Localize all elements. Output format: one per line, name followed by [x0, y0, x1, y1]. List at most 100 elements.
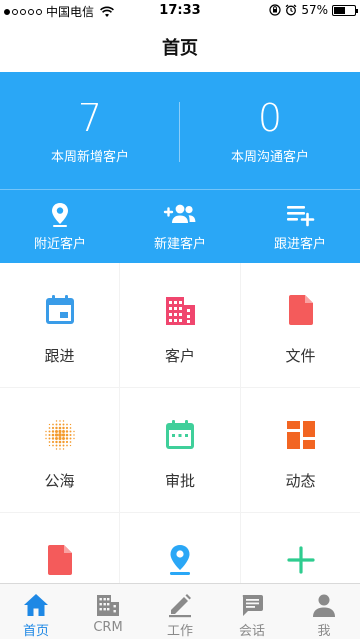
sphere-dot [69, 427, 71, 429]
map-pin-icon [170, 545, 190, 575]
sphere-dot [65, 440, 68, 444]
stat-new-customers[interactable]: 7 本周新增客户 [0, 72, 180, 189]
dashboard-tiles-icon [286, 421, 315, 449]
person-icon [313, 594, 335, 617]
file-icon [47, 545, 72, 575]
sphere-dot [54, 426, 58, 430]
wifi-icon [100, 6, 114, 17]
sphere-dot [58, 420, 61, 422]
grid-item-check-in[interactable] [120, 513, 240, 583]
sphere-dot [51, 440, 54, 444]
stat-label: 本周新增客户 [50, 150, 129, 165]
battery-percent: 57% [301, 3, 328, 17]
sphere-dot [69, 441, 71, 443]
grid-item-activity[interactable]: 动态 [241, 388, 360, 512]
sphere-dot [72, 430, 75, 433]
sphere-dot [58, 423, 61, 426]
nav-bar: 首页 [0, 22, 360, 72]
sphere-dot [48, 437, 50, 440]
carrier-name: 中国电信 [46, 5, 95, 19]
new-customer-button[interactable]: 新建客户 [120, 190, 240, 263]
location-pin-icon [52, 202, 68, 227]
sphere-dot [48, 444, 50, 447]
nearby-customers-button[interactable]: 附近客户 [0, 190, 120, 263]
rotation-lock-icon [269, 4, 281, 16]
file-icon [288, 295, 313, 325]
sphere-dot [65, 444, 68, 447]
sphere-dot [48, 427, 50, 429]
tab-work[interactable]: 工作 [144, 584, 216, 639]
sphere-dot [51, 444, 54, 447]
weekly-stats: 7 本周新增客户 0 本周沟通客户 [0, 72, 360, 189]
sphere-dot [48, 441, 50, 443]
stat-value: 7 [77, 96, 103, 140]
sphere-dot [61, 437, 65, 440]
grid-item-public-pool[interactable]: 公海 [0, 388, 119, 512]
grid-item-label: 审批 [164, 472, 195, 490]
sphere-dot [57, 436, 62, 441]
status-right: 57% [269, 3, 358, 17]
follow-up-customer-button[interactable]: 跟进客户 [240, 190, 360, 263]
grid-item-follow-up[interactable]: 跟进 [0, 263, 119, 387]
battery-level [334, 6, 346, 14]
plus-icon [286, 546, 315, 574]
grid-item-label: 动态 [285, 472, 316, 490]
sphere-dot [54, 437, 58, 440]
sphere-dot [48, 423, 50, 426]
sphere-dot [65, 426, 68, 430]
sphere-dot [58, 440, 61, 444]
stat-contacted-customers[interactable]: 0 本周沟通客户 [180, 72, 360, 189]
tab-home[interactable]: 首页 [0, 584, 72, 639]
tab-bar: 首页 CRM 工作 会话 我 [0, 583, 360, 639]
add-list-icon [287, 205, 315, 226]
sphere-dot [44, 437, 47, 440]
sphere-dot [65, 423, 68, 426]
building-icon [97, 595, 119, 616]
calendar-icon [45, 295, 74, 324]
stat-label: 本周沟通客户 [230, 150, 309, 165]
sphere-dot [69, 444, 71, 447]
sphere-dot [51, 423, 54, 426]
grid-item-add[interactable] [241, 513, 360, 583]
sphere-dot [65, 437, 68, 440]
tab-label: 会话 [238, 624, 265, 639]
sphere-dot [61, 426, 65, 430]
grid-item-approval[interactable]: 审批 [120, 388, 240, 512]
tab-label: CRM [93, 620, 123, 635]
sphere-dot [55, 448, 57, 450]
grid-item-document[interactable] [0, 513, 119, 583]
sphere-dot [69, 423, 71, 426]
sphere-dot [54, 433, 58, 437]
tab-chat[interactable]: 会话 [216, 584, 288, 639]
add-contacts-icon [163, 204, 196, 223]
calendar-approval-icon [166, 420, 194, 449]
sphere-dot [61, 440, 65, 444]
sphere-dot [47, 433, 51, 437]
building-icon [166, 297, 195, 325]
tab-me[interactable]: 我 [288, 584, 360, 639]
sphere-dot [48, 430, 50, 433]
tab-crm[interactable]: CRM [72, 584, 144, 639]
sphere-dot [72, 437, 75, 440]
sphere-dot [65, 433, 68, 437]
tab-label: 我 [317, 624, 331, 639]
sphere-dot [57, 429, 62, 434]
sphere-dot [72, 434, 75, 436]
action-label: 跟进客户 [273, 236, 326, 252]
alarm-icon [285, 4, 297, 16]
battery-icon [332, 4, 358, 16]
sphere-dot [51, 437, 54, 440]
action-label: 新建客户 [153, 236, 206, 252]
sphere-dot [55, 420, 57, 422]
grid-item-customers[interactable]: 客户 [120, 263, 240, 387]
grid-item-label: 文件 [285, 347, 316, 365]
sphere-dot [62, 423, 64, 426]
sphere-dot [51, 426, 54, 430]
quick-actions: 附近客户 新建客户 跟进客户 [0, 190, 360, 263]
pencil-icon [169, 594, 191, 618]
sphere-dot [62, 420, 64, 422]
sphere-dot [44, 434, 47, 436]
stat-divider [179, 102, 180, 162]
grid-item-files[interactable]: 文件 [241, 263, 360, 387]
sphere-dot [69, 437, 71, 440]
